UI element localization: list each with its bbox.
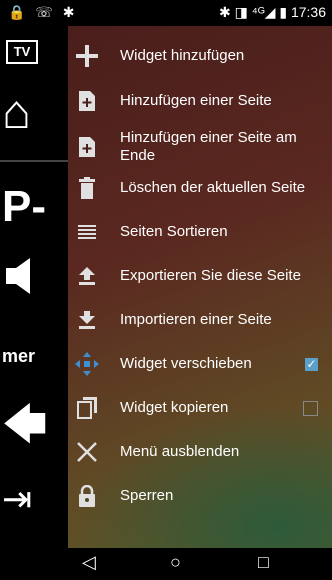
status-left-icons: 🔒 ☏ ✱ xyxy=(8,4,78,20)
menu-item-label: Sperren xyxy=(120,487,174,504)
menu-item-label: Hinzufügen einer Seite am Ende xyxy=(120,129,297,164)
options-menu: Widget hinzufügen Hinzufügen einer Seite… xyxy=(68,26,332,548)
menu-item-label: Widget verschieben xyxy=(120,355,252,372)
back-icon[interactable]: ◁ xyxy=(82,552,96,573)
menu-item-label: Exportieren Sie diese Seite xyxy=(120,267,301,284)
status-time: 17:36 xyxy=(290,4,326,20)
menu-item-label: Hinzufügen einer Seite xyxy=(120,92,272,109)
arrow-left-icon[interactable]: 🡄 xyxy=(2,392,47,467)
status-right: ✱ ◨ ⁴ᴳ◢ ▮ 17:36 xyxy=(219,4,326,21)
import-icon xyxy=(68,311,106,329)
status-right-icons: ✱ ◨ ⁴ᴳ◢ ▮ xyxy=(219,4,288,20)
move-icon xyxy=(68,351,106,377)
speaker-icon[interactable] xyxy=(4,256,32,296)
checkbox-unchecked[interactable] xyxy=(303,400,318,416)
home-icon[interactable]: ⌂ xyxy=(2,88,31,138)
recents-icon[interactable]: □ xyxy=(258,552,269,573)
menu-item-label: Löschen der aktuellen Seite xyxy=(120,179,306,196)
menu-item-menue-ausblenden[interactable]: Menü ausblenden xyxy=(68,430,332,474)
menu-item-importieren[interactable]: Importieren einer Seite xyxy=(68,298,332,342)
export-icon xyxy=(68,267,106,285)
program-down-button[interactable]: P- xyxy=(2,182,46,232)
menu-item-seite-am-ende[interactable]: Hinzufügen einer Seite am Ende xyxy=(68,122,332,172)
menu-item-label: Importieren einer Seite xyxy=(120,311,272,328)
menu-item-exportieren[interactable]: Exportieren Sie diese Seite xyxy=(68,254,332,298)
checkbox-checked[interactable]: ✓ xyxy=(305,357,318,371)
divider xyxy=(0,160,68,162)
menu-item-label: Seiten Sortieren xyxy=(120,223,228,240)
menu-item-widget-hinzufuegen[interactable]: Widget hinzufügen xyxy=(68,36,332,76)
menu-item-label: Widget kopieren xyxy=(120,399,229,416)
plus-icon xyxy=(68,43,106,69)
menu-item-label: Widget hinzufügen xyxy=(120,47,245,64)
status-bar: 🔒 ☏ ✱ ✱ ◨ ⁴ᴳ◢ ▮ 17:36 xyxy=(0,0,332,26)
menu-item-widget-kopieren[interactable]: Widget kopieren xyxy=(68,386,332,430)
menu-button[interactable]: mer xyxy=(2,346,35,367)
tv-button[interactable]: TV xyxy=(6,40,38,64)
menu-item-widget-verschieben[interactable]: Widget verschieben ✓ xyxy=(68,342,332,386)
menu-item-seite-hinzufuegen[interactable]: Hinzufügen einer Seite xyxy=(68,80,332,122)
menu-item-sperren[interactable]: Sperren xyxy=(68,474,332,518)
home-nav-icon[interactable]: ○ xyxy=(170,552,181,573)
close-icon xyxy=(68,441,106,463)
enter-icon[interactable]: ⇥ xyxy=(2,478,32,520)
menu-item-seite-loeschen[interactable]: Löschen der aktuellen Seite xyxy=(68,168,332,208)
trash-icon xyxy=(68,177,106,199)
navigation-bar: ◁ ○ □ xyxy=(0,548,332,580)
copy-icon xyxy=(68,397,106,419)
menu-item-seiten-sortieren[interactable]: Seiten Sortieren xyxy=(68,210,332,254)
menu-item-label: Menü ausblenden xyxy=(120,443,240,460)
add-page-icon xyxy=(68,90,106,112)
lock-icon xyxy=(68,485,106,507)
sort-lines-icon xyxy=(68,225,106,239)
add-page-end-icon xyxy=(68,136,106,158)
